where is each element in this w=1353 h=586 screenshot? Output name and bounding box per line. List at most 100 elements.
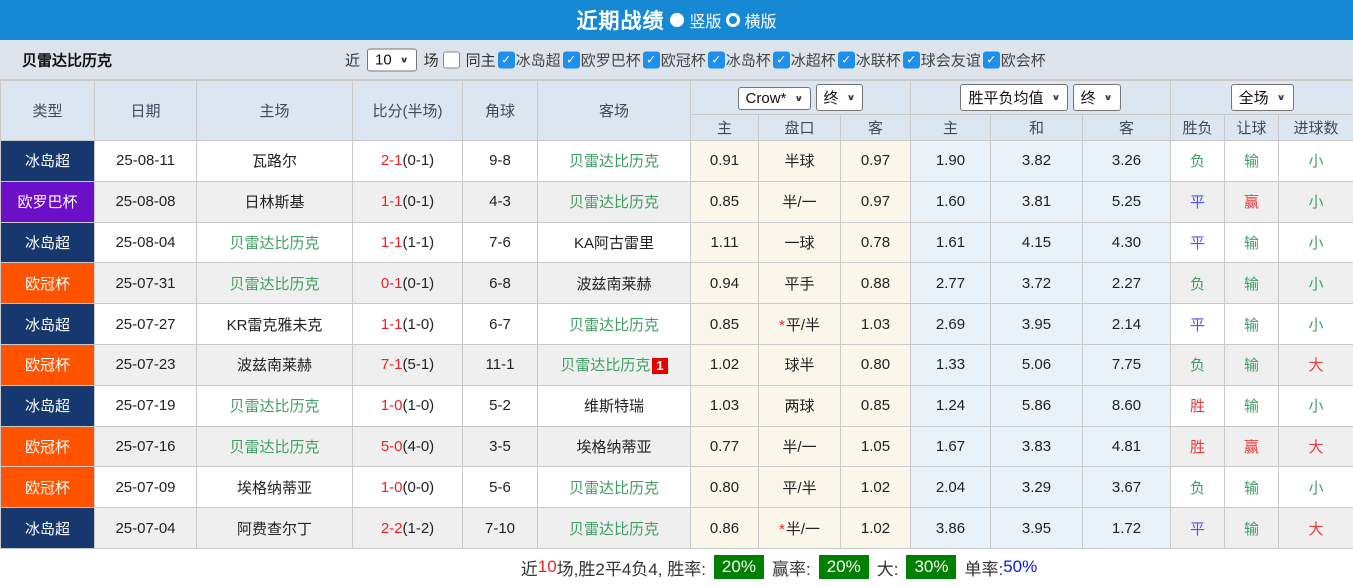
header-home: 主场 — [197, 81, 353, 141]
match-row: 冰岛超25-08-11瓦路尔2-1(0-1)9-8贝雷达比历克0.91半球0.9… — [1, 141, 1353, 182]
result-goals-cell: 大 — [1279, 508, 1353, 549]
handicap-cell: 球半 — [759, 344, 841, 385]
result-outcome-cell: 平 — [1171, 508, 1225, 549]
away-team-cell: 维斯特瑞 — [538, 385, 691, 426]
radio-selected-icon[interactable] — [670, 13, 684, 27]
league-label: 欧罗巴杯 — [581, 49, 641, 70]
league-label: 欧会杯 — [1001, 49, 1046, 70]
avg-draw-cell: 5.06 — [991, 344, 1083, 385]
league-checkbox-4[interactable]: ✓ — [708, 51, 725, 68]
avg-away-cell: 5.25 — [1083, 181, 1171, 222]
home-team-name: 贝雷达比历克 — [229, 276, 319, 293]
avg-group-header: 胜平负均值 ∨ 终 ∨ — [911, 81, 1171, 115]
near-label: 近 — [345, 49, 360, 70]
league-label: 球会友谊 — [921, 49, 981, 70]
handicap-cell: 半/一 — [759, 426, 841, 467]
asian-home-odds-cell: 0.80 — [691, 467, 759, 508]
avg-draw-cell: 3.81 — [991, 181, 1083, 222]
league-checkbox-3[interactable]: ✓ — [643, 51, 660, 68]
avg-home-cell: 1.67 — [911, 426, 991, 467]
league-checkbox-6[interactable]: ✓ — [838, 51, 855, 68]
odds-group-header: Crow* ∨ 终 ∨ — [691, 81, 911, 115]
avg-draw-cell: 3.72 — [991, 263, 1083, 304]
away-team-name: 埃格纳蒂亚 — [576, 439, 651, 456]
type-badge-cell: 欧冠杯 — [1, 467, 95, 508]
league-label: 冰超杯 — [791, 49, 836, 70]
result-handicap-cell: 输 — [1225, 263, 1279, 304]
league-checkbox-7[interactable]: ✓ — [903, 51, 920, 68]
type-badge-cell: 欧冠杯 — [1, 344, 95, 385]
corner-cell: 5-2 — [463, 385, 538, 426]
date-cell: 25-07-19 — [95, 385, 197, 426]
home-team-name: 阿费查尔丁 — [237, 521, 312, 538]
league-label: 冰联杯 — [856, 49, 901, 70]
win-rate-badge: 20% — [714, 555, 764, 579]
avg-home-cell: 2.04 — [911, 467, 991, 508]
odds-company-value: Crow* — [746, 90, 787, 107]
result-goals-cell: 小 — [1279, 263, 1353, 304]
chevron-down-icon: ∨ — [794, 94, 803, 104]
star-marker: * — [779, 317, 785, 334]
asian-home-odds-cell: 0.91 — [691, 141, 759, 182]
chevron-down-icon: ∨ — [1104, 93, 1113, 103]
type-badge-cell: 欧冠杯 — [1, 426, 95, 467]
result-goals-cell: 大 — [1279, 344, 1353, 385]
away-team-cell: 贝雷达比历克 — [538, 304, 691, 345]
single-rate: 50% — [1003, 557, 1037, 577]
odds-win-label: 赢率: — [772, 555, 811, 580]
league-checkbox-2[interactable]: ✓ — [563, 51, 580, 68]
asian-home-odds-cell: 0.94 — [691, 263, 759, 304]
avg-type-value: 胜平负均值 — [968, 87, 1043, 108]
away-team-cell: 贝雷达比历克1 — [538, 344, 691, 385]
odds-company-select[interactable]: Crow* ∨ — [738, 87, 812, 110]
avg-home-cell: 1.33 — [911, 344, 991, 385]
avg-away-cell: 3.67 — [1083, 467, 1171, 508]
avg-time-select[interactable]: 终 ∨ — [1073, 84, 1121, 111]
date-cell: 25-08-08 — [95, 181, 197, 222]
score-cell: 1-1(0-1) — [353, 181, 463, 222]
match-row: 冰岛超25-07-19贝雷达比历克1-0(1-0)5-2维斯特瑞1.03两球0.… — [1, 385, 1353, 426]
odds-time-select[interactable]: 终 ∨ — [816, 84, 864, 111]
horizontal-layout-radio[interactable]: 横版 — [726, 8, 777, 32]
type-badge-cell: 欧冠杯 — [1, 263, 95, 304]
league-checkbox-1[interactable]: ✓ — [498, 51, 515, 68]
score-cell: 1-0(1-0) — [353, 385, 463, 426]
radio-unselected-icon[interactable] — [726, 13, 740, 27]
avg-draw-cell: 4.15 — [991, 222, 1083, 263]
league-checkbox-5[interactable]: ✓ — [773, 51, 790, 68]
same-home-checkbox[interactable] — [443, 51, 460, 68]
score-cell: 0-1(0-1) — [353, 263, 463, 304]
corner-cell: 11-1 — [463, 344, 538, 385]
date-cell: 25-07-31 — [95, 263, 197, 304]
result-handicap-cell: 输 — [1225, 304, 1279, 345]
avg-type-select[interactable]: 胜平负均值 ∨ — [960, 84, 1068, 111]
horizontal-layout-label: 横版 — [745, 8, 777, 32]
column-header: 客 — [1083, 115, 1171, 141]
vertical-layout-radio[interactable]: 竖版 — [670, 8, 721, 32]
match-row: 欧冠杯25-07-09埃格纳蒂亚1-0(0-0)5-6贝雷达比历克0.80平/半… — [1, 467, 1353, 508]
result-outcome-cell: 平 — [1171, 304, 1225, 345]
asian-away-odds-cell: 0.97 — [841, 141, 911, 182]
away-team-cell: 贝雷达比历克 — [538, 467, 691, 508]
column-header: 和 — [991, 115, 1083, 141]
team-name: 贝雷达比历克 — [22, 49, 112, 70]
asian-home-odds-cell: 0.86 — [691, 508, 759, 549]
asian-away-odds-cell: 1.02 — [841, 467, 911, 508]
league-checkbox-8[interactable]: ✓ — [983, 51, 1000, 68]
matches-count-select[interactable]: 10 ∨ — [367, 48, 417, 71]
asian-home-odds-cell: 0.85 — [691, 304, 759, 345]
avg-away-cell: 4.81 — [1083, 426, 1171, 467]
away-team-name: 维斯特瑞 — [584, 398, 644, 415]
corner-cell: 4-3 — [463, 181, 538, 222]
halftime-score: (1-0) — [403, 316, 435, 333]
halftime-score: (5-1) — [403, 356, 435, 373]
result-outcome-cell: 负 — [1171, 263, 1225, 304]
league-filter-group: ✓冰岛超✓欧罗巴杯✓欧冠杯✓冰岛杯✓冰超杯✓冰联杯✓球会友谊✓欧会杯 — [496, 49, 1046, 70]
away-team-name: 波兹南莱赫 — [576, 276, 651, 293]
home-team-cell: 贝雷达比历克 — [197, 263, 353, 304]
title-bar: 近期战绩 竖版 横版 — [0, 0, 1353, 40]
period-select[interactable]: 全场 ∨ — [1231, 84, 1294, 111]
handicap-cell: *半/一 — [759, 508, 841, 549]
halftime-score: (0-1) — [403, 275, 435, 292]
corner-cell: 7-10 — [463, 508, 538, 549]
